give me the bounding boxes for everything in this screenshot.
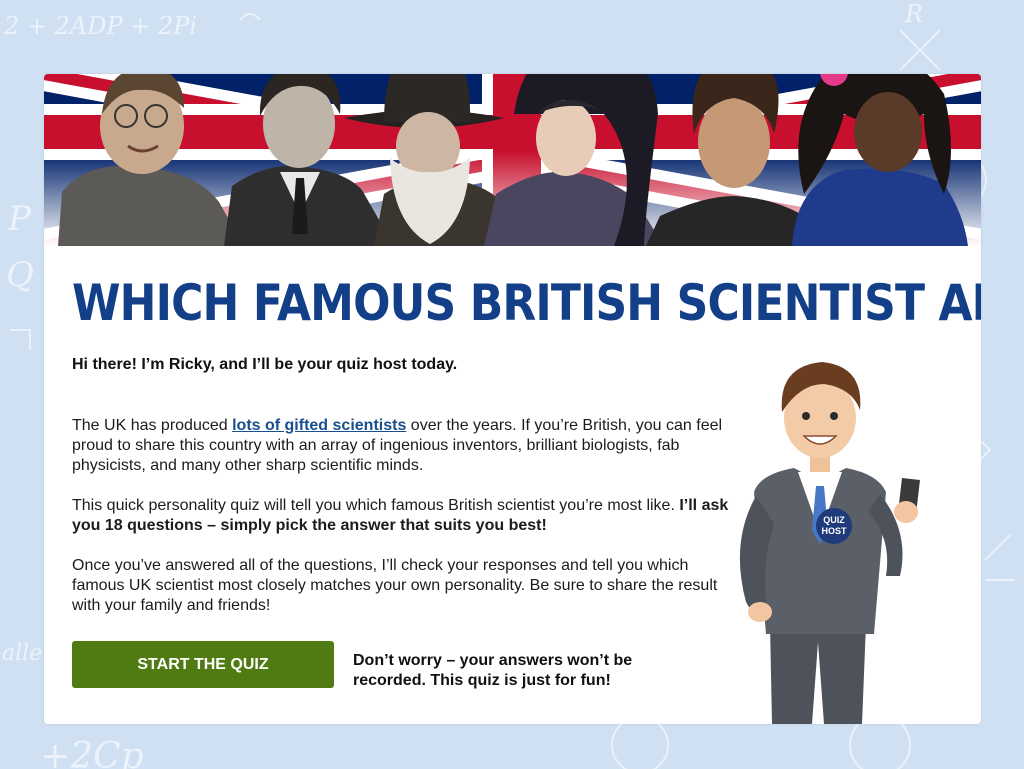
scientist-portrait-icon	[792, 74, 968, 246]
gifted-scientists-link[interactable]: lots of gifted scientists	[232, 417, 406, 434]
badge-text: QUIZ	[823, 515, 845, 525]
page-title: WHICH FAMOUS BRITISH SCIENTIST ARE YOU?	[72, 274, 981, 332]
start-quiz-button[interactable]: START THE QUIZ	[72, 641, 334, 688]
quiz-intro-card: WHICH FAMOUS BRITISH SCIENTIST ARE YOU? …	[44, 74, 981, 724]
results-paragraph: Once you’ve answered all of the question…	[72, 557, 718, 614]
paragraph-text: This quick personality quiz will tell yo…	[72, 497, 680, 514]
quiz-host-illustration-icon: QUIZ HOST	[739, 362, 920, 724]
host-intro: Hi there! I’m Ricky, and I’ll be your qu…	[72, 356, 458, 373]
privacy-note: Don’t worry – your answers won’t be reco…	[353, 652, 633, 689]
doodle-text: 2 + 2ADP + 2Pi	[3, 12, 197, 40]
intro-paragraph: The UK has produced lots of gifted scien…	[72, 416, 737, 476]
doodle-text: P	[7, 199, 32, 239]
doodle-text: alle	[2, 641, 42, 666]
badge-text: HOST	[821, 526, 847, 536]
scientists-banner	[44, 74, 981, 246]
paragraph-text: The UK has produced	[72, 417, 233, 434]
doodle-text: R	[904, 0, 923, 28]
doodle-text: +2Cp	[40, 736, 144, 769]
doodle-text: Q	[6, 255, 34, 295]
quiz-description-paragraph: This quick personality quiz will tell yo…	[72, 496, 737, 536]
